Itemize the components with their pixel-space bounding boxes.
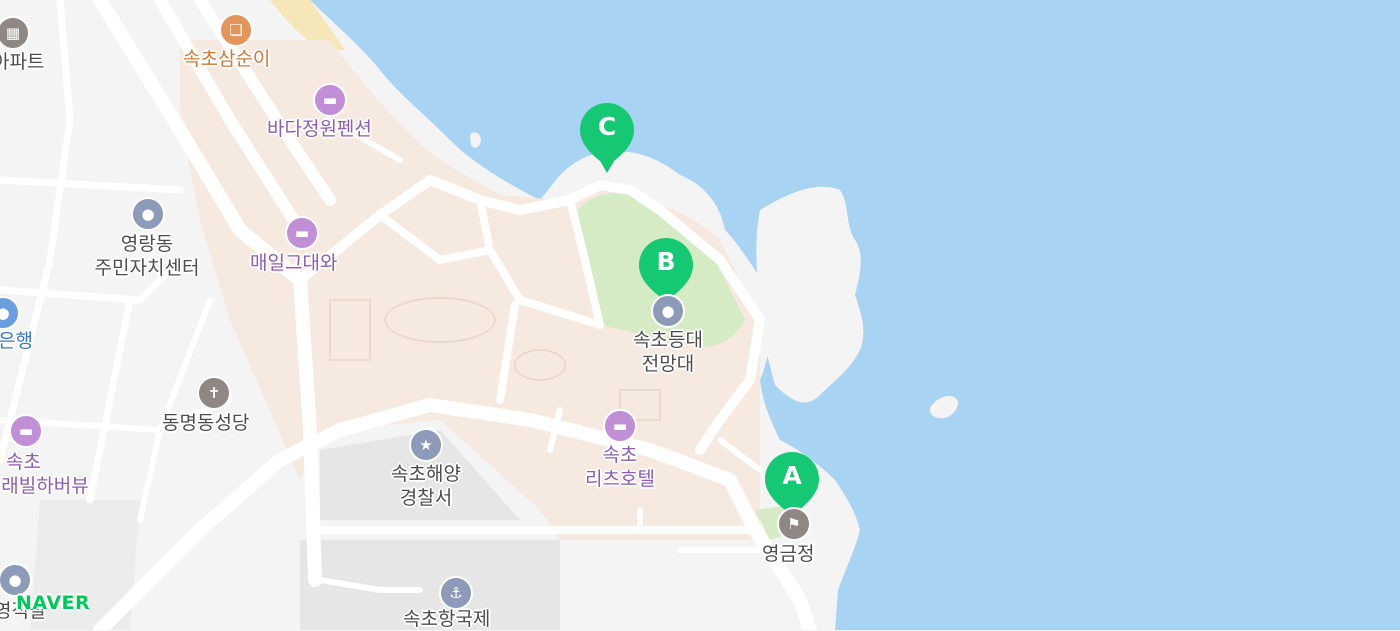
- label-yeonggeumjeong: 영금정: [762, 543, 815, 565]
- public-office-icon[interactable]: ●: [131, 197, 165, 231]
- label-samsuni: 속초삼순이: [183, 48, 271, 70]
- pavilion-icon[interactable]: ⚑: [777, 507, 811, 541]
- marker-c-letter: C: [597, 112, 617, 141]
- church-icon[interactable]: ✝: [197, 376, 231, 410]
- label-community-center: 영랑동 주민자치센터: [94, 233, 200, 279]
- ferry-icon[interactable]: ⚓: [439, 576, 473, 610]
- lighthouse-icon[interactable]: ●: [651, 294, 685, 328]
- naver-logo: NAVER: [16, 592, 91, 614]
- restaurant-icon[interactable]: ❏: [219, 13, 253, 47]
- label-sokcho-harbi: 속초 래빌하버뷰: [1, 451, 89, 497]
- lodging-icon[interactable]: ▬: [313, 83, 347, 117]
- lodging-icon[interactable]: ▬: [285, 216, 319, 250]
- label-bada-pension: 바다정원펜션: [267, 118, 372, 140]
- map-canvas[interactable]: [0, 0, 1400, 630]
- lodging-icon[interactable]: ▬: [9, 414, 43, 448]
- label-police: 속초해양 경찰서: [391, 463, 461, 509]
- label-maeil: 매일그대와: [250, 252, 338, 274]
- label-apartment: 아파트: [0, 51, 45, 73]
- lodging-icon[interactable]: ▬: [603, 409, 637, 443]
- label-port: 속초항국제: [403, 608, 491, 630]
- label-lighthouse: 속초등대 전망대: [633, 329, 703, 375]
- label-resort: 속초 리츠호텔: [585, 444, 655, 490]
- police-icon[interactable]: ★: [409, 428, 443, 462]
- label-bank: 은행: [0, 330, 33, 352]
- label-church: 동명동성당: [162, 412, 250, 434]
